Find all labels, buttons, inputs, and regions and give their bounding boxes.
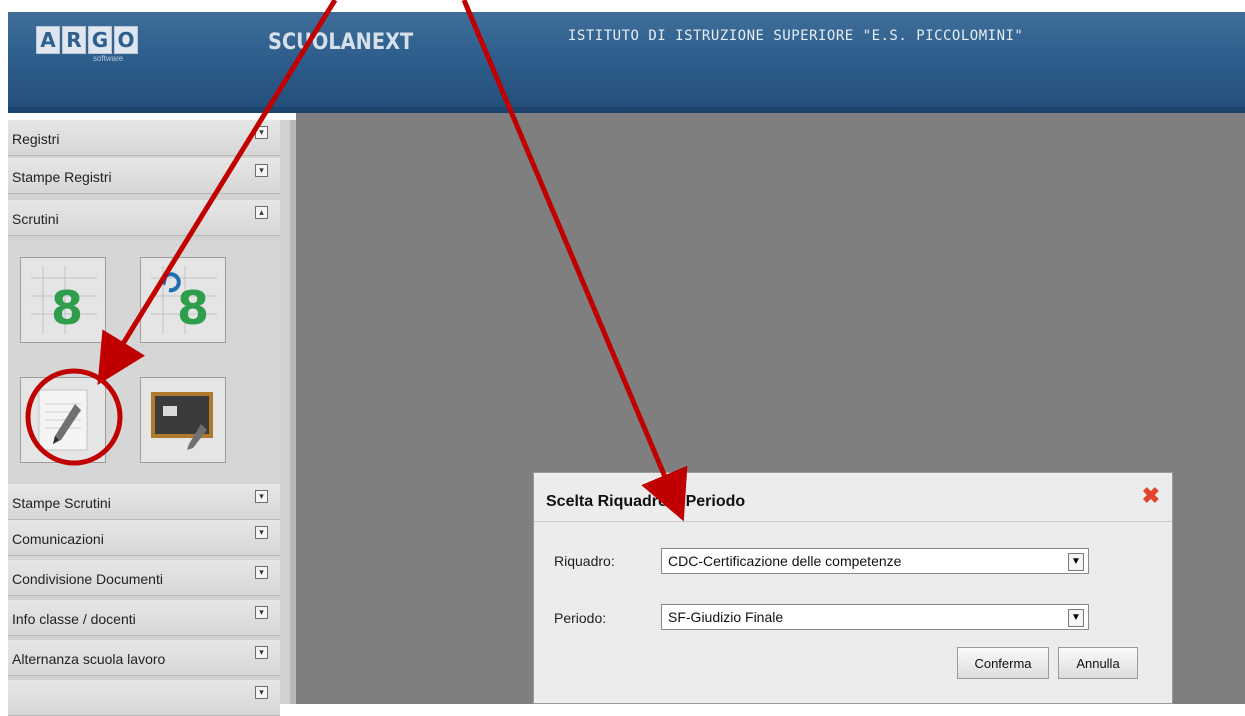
annotation-overlay <box>25 0 688 522</box>
annotation-circle <box>25 368 123 466</box>
annotation-arrow-left <box>97 0 338 386</box>
annotation-arrow-right <box>461 0 688 522</box>
